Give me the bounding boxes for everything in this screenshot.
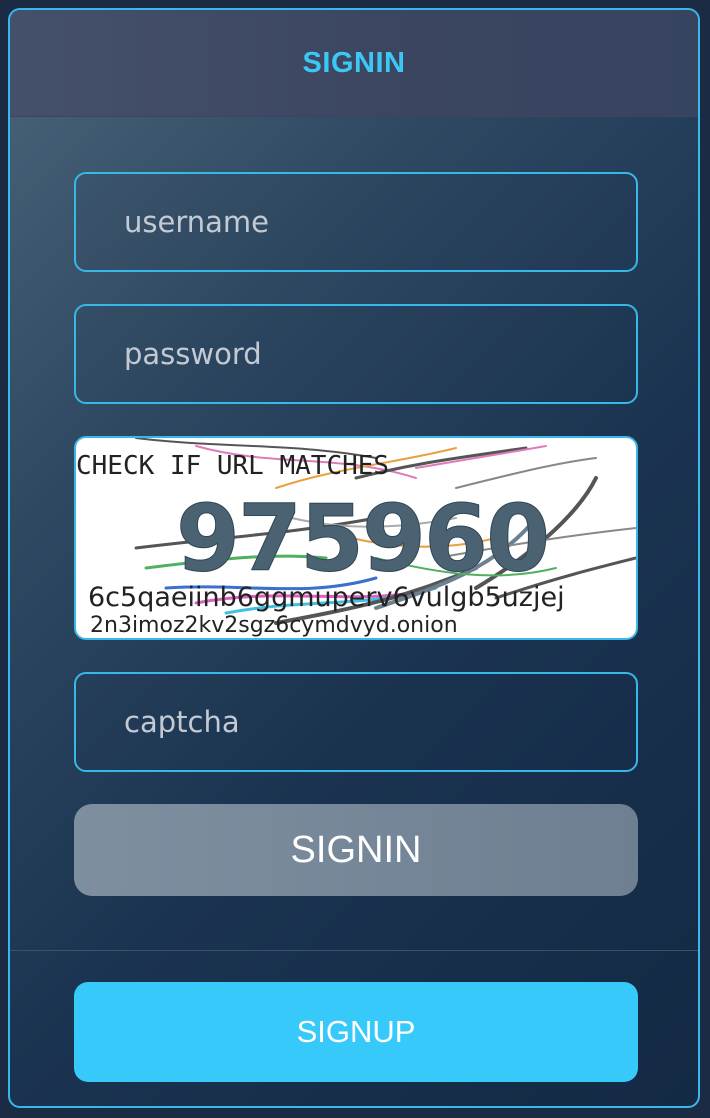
captcha-url-line1: 6c5qaeiinb6ggmuperv6vulgb5uzjej <box>88 582 565 613</box>
captcha-svg: CHECK IF URL MATCHES 975960 6c5qaeiinb6g… <box>76 438 636 638</box>
page-title: SIGNIN <box>302 46 406 79</box>
card-header: SIGNIN <box>10 10 698 117</box>
captcha-top-text: CHECK IF URL MATCHES <box>76 451 389 481</box>
captcha-image: CHECK IF URL MATCHES 975960 6c5qaeiinb6g… <box>74 436 638 640</box>
captcha-url-line2: 2n3imoz2kv2sgz6cymdvyd.onion <box>90 613 458 638</box>
captcha-input[interactable] <box>74 672 638 772</box>
signin-card: SIGNIN username CHECK IF URL MATCHES 975… <box>8 8 700 1108</box>
captcha-code: 975960 <box>176 485 548 592</box>
signup-button[interactable]: SIGNUP <box>74 982 638 1082</box>
divider <box>10 950 698 951</box>
password-input[interactable] <box>74 304 638 404</box>
username-input[interactable] <box>74 172 638 272</box>
signin-button[interactable]: SIGNIN <box>74 804 638 896</box>
